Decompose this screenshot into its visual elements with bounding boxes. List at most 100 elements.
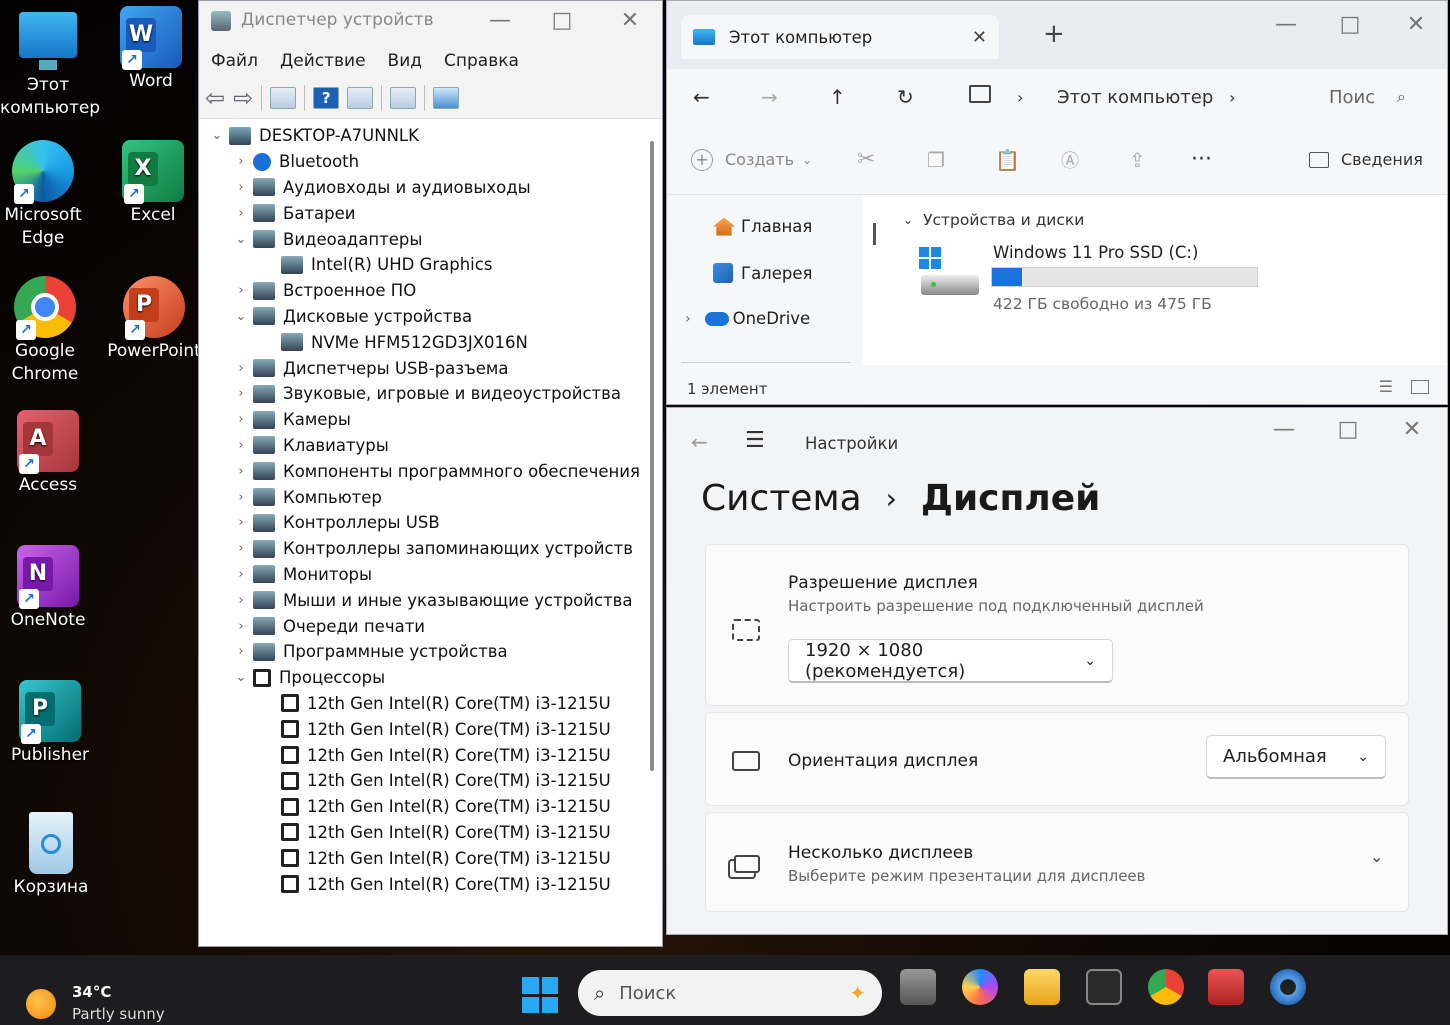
maximize-button[interactable]: □ bbox=[539, 1, 585, 41]
chevron-down-icon[interactable]: ⌄ bbox=[229, 670, 253, 685]
tree-node[interactable]: ⌄ Видеоадаптеры bbox=[199, 226, 662, 252]
drive-item[interactable]: Windows 11 Pro SSD (C:) 422 ГБ свободно … bbox=[919, 243, 1269, 323]
desktop-icon-excel[interactable]: X ↗ Excel bbox=[105, 140, 201, 227]
tree-node[interactable]: 12th Gen Intel(R) Core(TM) i3-1215U bbox=[199, 820, 662, 846]
multiple-displays-card[interactable]: Несколько дисплеев Выберите режим презен… bbox=[705, 812, 1409, 912]
tree-node[interactable]: › Аудиовходы и аудиовыходы bbox=[199, 175, 662, 201]
tree-node[interactable]: › Компьютер bbox=[199, 484, 662, 510]
desktop-icon-word[interactable]: W ↗ Word bbox=[103, 6, 199, 93]
share-icon[interactable]: ⇪ bbox=[1129, 148, 1146, 172]
desktop-icon-powerpoint[interactable]: P ↗ PowerPoint bbox=[106, 276, 202, 363]
desktop-icon-edge[interactable]: ↗ Microsoft Edge bbox=[0, 140, 91, 250]
scrollbar[interactable] bbox=[650, 141, 654, 771]
title-bar[interactable]: Диспетчер устройств — □ ✕ bbox=[199, 1, 662, 43]
tree-node[interactable]: › Очереди печати bbox=[199, 613, 662, 639]
chevron-right-icon[interactable]: › bbox=[229, 515, 253, 530]
microsoft-store-icon[interactable] bbox=[1086, 969, 1122, 1005]
details-view-icon[interactable]: ☰ bbox=[1379, 377, 1393, 396]
tree-node[interactable]: ⌄ Дисковые устройства bbox=[199, 304, 662, 330]
tree-node[interactable]: › Программные устройства bbox=[199, 639, 662, 665]
resolution-dropdown[interactable]: 1920 × 1080 (рекомендуется) ⌄ bbox=[788, 639, 1113, 683]
scan-hardware-icon[interactable] bbox=[433, 86, 460, 109]
paste-icon[interactable]: 📋 bbox=[995, 148, 1020, 172]
chevron-right-icon[interactable]: › bbox=[229, 283, 253, 298]
new-tab-icon[interactable]: + bbox=[1043, 19, 1065, 49]
breadcrumb-parent[interactable]: Система bbox=[701, 478, 862, 519]
tree-node[interactable]: › Bluetooth bbox=[199, 149, 662, 175]
desktop-icon-access[interactable]: A ↗ Access bbox=[0, 410, 96, 497]
nav-item-gallery[interactable]: Галерея bbox=[713, 263, 812, 283]
tree-root[interactable]: ⌄ DESKTOP-A7UNNLK bbox=[199, 123, 662, 149]
tree-node[interactable]: 12th Gen Intel(R) Core(TM) i3-1215U bbox=[199, 794, 662, 820]
more-options-icon[interactable]: ··· bbox=[1191, 147, 1212, 172]
copilot-icon[interactable] bbox=[962, 969, 998, 1005]
tree-node[interactable]: › Звуковые, игровые и видеоустройства bbox=[199, 381, 662, 407]
tree-node[interactable]: › Клавиатуры bbox=[199, 433, 662, 459]
weather-widget[interactable]: 34°C Partly sunny bbox=[26, 981, 186, 1025]
chevron-right-icon[interactable]: › bbox=[229, 361, 253, 376]
chevron-right-icon[interactable]: › bbox=[229, 619, 253, 634]
menu-help[interactable]: Справка bbox=[444, 51, 519, 71]
chrome-icon[interactable] bbox=[1148, 969, 1184, 1005]
cut-icon[interactable]: ✂ bbox=[857, 147, 875, 172]
tree-node[interactable]: › Камеры bbox=[199, 407, 662, 433]
tree-node[interactable]: 12th Gen Intel(R) Core(TM) i3-1215U bbox=[199, 742, 662, 768]
start-button[interactable] bbox=[522, 977, 558, 1013]
chevron-down-icon[interactable]: ⌄ bbox=[1370, 847, 1383, 866]
section-header[interactable]: ⌄ Устройства и диски bbox=[903, 211, 1084, 229]
close-button[interactable]: ✕ bbox=[607, 1, 653, 41]
back-arrow-icon[interactable]: ← bbox=[693, 85, 710, 109]
tree-node[interactable]: 12th Gen Intel(R) Core(TM) i3-1215U bbox=[199, 691, 662, 717]
tree-node[interactable]: › Компоненты программного обеспечения bbox=[199, 458, 662, 484]
chevron-down-icon[interactable]: ⌄ bbox=[229, 232, 253, 247]
chevron-down-icon[interactable]: ⌄ bbox=[229, 309, 253, 324]
tiles-view-icon[interactable] bbox=[1411, 380, 1429, 394]
nav-pane-scrollbar[interactable] bbox=[873, 223, 876, 245]
minimize-button[interactable]: — bbox=[1261, 410, 1307, 450]
chevron-right-icon[interactable]: › bbox=[1229, 88, 1235, 107]
minimize-button[interactable]: — bbox=[477, 1, 523, 41]
chevron-right-icon[interactable]: › bbox=[229, 593, 253, 608]
tree-node[interactable]: › Встроенное ПО bbox=[199, 278, 662, 304]
chevron-right-icon[interactable]: › bbox=[229, 386, 253, 401]
taskbar-search[interactable]: ⌕ Поиск ✦ bbox=[578, 970, 882, 1016]
search-icon[interactable]: ⌕ bbox=[1397, 87, 1406, 107]
properties-icon[interactable] bbox=[347, 86, 374, 109]
close-tab-icon[interactable]: ✕ bbox=[972, 27, 987, 48]
tree-node[interactable]: 12th Gen Intel(R) Core(TM) i3-1215U bbox=[199, 716, 662, 742]
chevron-right-icon[interactable]: › bbox=[229, 464, 253, 479]
menu-view[interactable]: Вид bbox=[388, 51, 422, 71]
desktop-icon-recycle-bin[interactable]: Корзина bbox=[3, 812, 99, 899]
nav-item-home[interactable]: Главная bbox=[713, 217, 812, 236]
chevron-down-icon[interactable]: ⌄ bbox=[205, 128, 229, 143]
chevron-right-icon[interactable]: › bbox=[229, 438, 253, 453]
menu-file[interactable]: Файл bbox=[211, 51, 258, 71]
chevron-right-icon[interactable]: › bbox=[229, 541, 253, 556]
refresh-icon[interactable]: ↻ bbox=[897, 85, 914, 109]
chevron-right-icon[interactable]: › bbox=[229, 567, 253, 582]
show-hide-console-tree-icon[interactable] bbox=[270, 86, 297, 109]
back-arrow-icon[interactable]: ⇦ bbox=[205, 84, 225, 112]
chevron-right-icon[interactable]: › bbox=[229, 206, 253, 221]
chevron-right-icon[interactable]: › bbox=[229, 180, 253, 195]
tab-this-pc[interactable]: Этот компьютер ✕ bbox=[681, 15, 999, 59]
chevron-right-icon[interactable]: › bbox=[229, 644, 253, 659]
update-driver-icon[interactable] bbox=[390, 86, 417, 109]
chevron-right-icon[interactable]: › bbox=[229, 154, 253, 169]
chevron-right-icon[interactable]: › bbox=[229, 490, 253, 505]
task-view-icon[interactable] bbox=[900, 969, 936, 1005]
orientation-dropdown[interactable]: Альбомная ⌄ bbox=[1206, 735, 1386, 779]
forward-arrow-icon[interactable]: → bbox=[761, 85, 778, 109]
back-arrow-icon[interactable]: ← bbox=[691, 430, 708, 454]
maximize-button[interactable]: □ bbox=[1325, 410, 1371, 450]
tree-node[interactable]: › Батареи bbox=[199, 200, 662, 226]
settings-gear-icon[interactable] bbox=[1270, 969, 1306, 1005]
close-button[interactable]: ✕ bbox=[1393, 5, 1439, 45]
desktop-icon-onenote[interactable]: N ↗ OneNote bbox=[0, 545, 96, 632]
tree-node[interactable]: ⌄ Процессоры bbox=[199, 665, 662, 691]
menu-hamburger-icon[interactable]: ☰ bbox=[745, 428, 765, 453]
help-icon[interactable]: ? bbox=[313, 86, 340, 109]
tree-node[interactable]: › Контроллеры запоминающих устройств bbox=[199, 536, 662, 562]
file-explorer-icon[interactable] bbox=[1024, 969, 1060, 1005]
tree-node[interactable]: 12th Gen Intel(R) Core(TM) i3-1215U bbox=[199, 768, 662, 794]
